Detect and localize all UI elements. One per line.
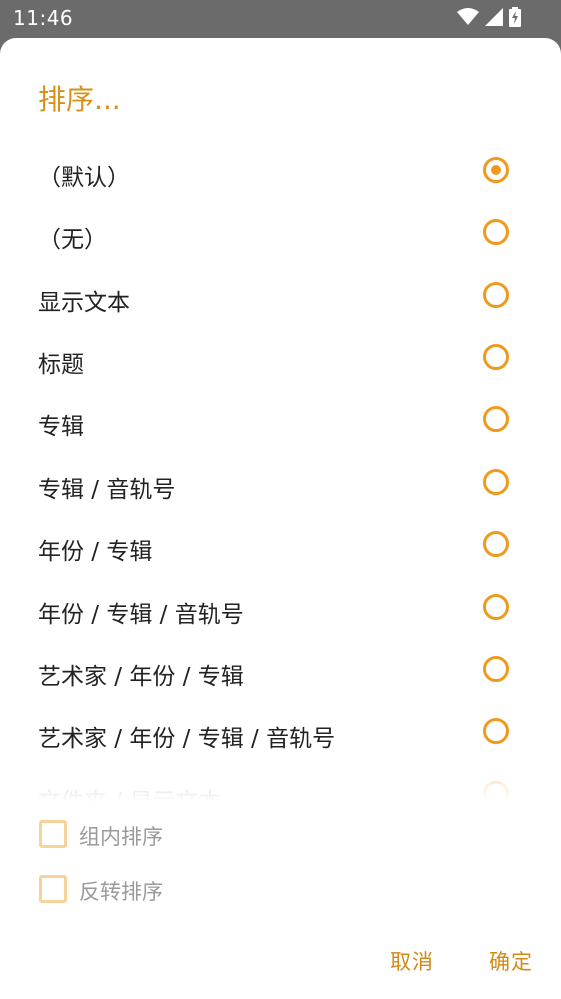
checkbox-label: 组内排序 bbox=[79, 825, 163, 849]
ok-button[interactable]: 确定 bbox=[489, 946, 533, 976]
sort-option[interactable]: 显示文本 bbox=[0, 267, 561, 329]
sort-option[interactable]: （默认） bbox=[0, 142, 561, 204]
sort-dialog: 排序... （默认） （无） 显示文本 标题 专辑 专辑 / 音轨号 年份 / … bbox=[0, 38, 561, 999]
sort-options-list[interactable]: （默认） （无） 显示文本 标题 专辑 专辑 / 音轨号 年份 / 专辑 年份 bbox=[0, 142, 561, 802]
sort-option[interactable]: 专辑 / 音轨号 bbox=[0, 454, 561, 516]
sort-option-label: 年份 / 专辑 / 音轨号 bbox=[38, 602, 244, 628]
sort-option-label: 显示文本 bbox=[38, 290, 130, 316]
radio-unselected-icon[interactable] bbox=[483, 531, 509, 557]
radio-unselected-icon[interactable] bbox=[483, 219, 509, 245]
radio-unselected-icon[interactable] bbox=[483, 282, 509, 308]
sort-option-label: 艺术家 / 年份 / 专辑 bbox=[38, 664, 244, 690]
battery-charging-icon bbox=[509, 7, 521, 31]
sort-option-label: （默认） bbox=[38, 165, 130, 191]
sort-option[interactable]: 年份 / 专辑 bbox=[0, 516, 561, 578]
sort-option[interactable]: 艺术家 / 年份 / 专辑 bbox=[0, 641, 561, 703]
radio-unselected-icon[interactable] bbox=[483, 406, 509, 432]
dialog-title: 排序... bbox=[38, 83, 121, 116]
sort-option-label: 年份 / 专辑 bbox=[38, 539, 153, 565]
sort-option[interactable]: （无） bbox=[0, 204, 561, 266]
radio-unselected-icon[interactable] bbox=[483, 656, 509, 682]
checkbox-unchecked-icon[interactable] bbox=[39, 875, 67, 903]
sort-option[interactable]: 艺术家 / 年份 / 专辑 / 音轨号 bbox=[0, 703, 561, 765]
checkbox-unchecked-icon[interactable] bbox=[39, 820, 67, 848]
sort-option[interactable]: 文件夹 / 显示文本 bbox=[0, 766, 561, 802]
sort-option-label: 标题 bbox=[38, 352, 84, 378]
sort-option[interactable]: 年份 / 专辑 / 音轨号 bbox=[0, 579, 561, 641]
radio-unselected-icon[interactable] bbox=[483, 469, 509, 495]
status-bar: 11:46 bbox=[0, 0, 561, 38]
cancel-button[interactable]: 取消 bbox=[390, 946, 434, 976]
wifi-icon bbox=[457, 8, 479, 30]
sort-option-label: 文件夹 / 显示文本 bbox=[38, 789, 222, 802]
checkbox-reverse-sort[interactable]: 反转排序 bbox=[0, 869, 561, 909]
radio-selected-icon[interactable] bbox=[483, 157, 509, 183]
radio-unselected-icon[interactable] bbox=[483, 718, 509, 744]
checkbox-label: 反转排序 bbox=[79, 880, 163, 904]
radio-unselected-icon[interactable] bbox=[483, 781, 509, 802]
radio-unselected-icon[interactable] bbox=[483, 344, 509, 370]
status-time: 11:46 bbox=[13, 6, 74, 30]
sort-option[interactable]: 专辑 bbox=[0, 391, 561, 453]
sort-option-label: 专辑 bbox=[38, 414, 84, 440]
sort-option-label: （无） bbox=[38, 227, 107, 253]
status-icons bbox=[457, 7, 521, 31]
sort-option[interactable]: 标题 bbox=[0, 329, 561, 391]
sort-option-label: 专辑 / 音轨号 bbox=[38, 477, 176, 503]
radio-unselected-icon[interactable] bbox=[483, 594, 509, 620]
cellular-signal-icon bbox=[485, 8, 503, 30]
sort-option-label: 艺术家 / 年份 / 专辑 / 音轨号 bbox=[38, 726, 336, 752]
checkbox-sort-within-group[interactable]: 组内排序 bbox=[0, 814, 561, 854]
